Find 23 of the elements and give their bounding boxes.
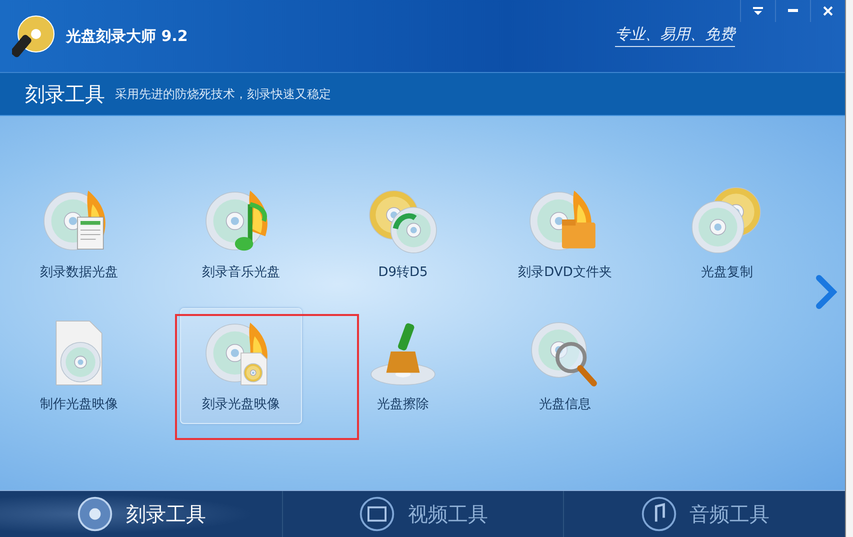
film-icon (358, 495, 396, 533)
music-note-icon (640, 495, 678, 533)
minimize-icon (788, 9, 798, 13)
section-description: 采用先进的防烧死技术，刻录快速又稳定 (115, 86, 331, 102)
tool-button[interactable]: 光盘信息 (504, 308, 626, 424)
tool-button[interactable]: 光盘复制 (666, 176, 788, 292)
tool-button[interactable]: 制作光盘映像 (18, 308, 140, 424)
dropdown-menu-icon (753, 7, 763, 15)
tool-button[interactable]: 刻录DVD文件夹 (504, 176, 626, 292)
bottom-tab[interactable]: 视频工具 (282, 491, 564, 537)
disc-icon (76, 495, 114, 533)
section-title: 刻录工具 (25, 80, 105, 108)
disc-microphone-logo-icon (12, 14, 56, 58)
close-icon (823, 6, 833, 16)
tool-button[interactable]: 光盘擦除 (342, 308, 464, 424)
tool-button[interactable]: D9转D5 (342, 176, 464, 292)
bottom-tab[interactable]: 音频工具 (563, 491, 845, 537)
app-title: 光盘刻录大师 9.2 (66, 26, 188, 46)
tool-button[interactable]: 刻录数据光盘 (18, 176, 140, 292)
tool-button[interactable]: 刻录光盘映像 (180, 308, 302, 424)
chevron-right-icon (815, 274, 837, 310)
slogan-text: 专业、易用、免费 (615, 25, 735, 47)
tool-button[interactable]: 刻录音乐光盘 (180, 176, 302, 292)
